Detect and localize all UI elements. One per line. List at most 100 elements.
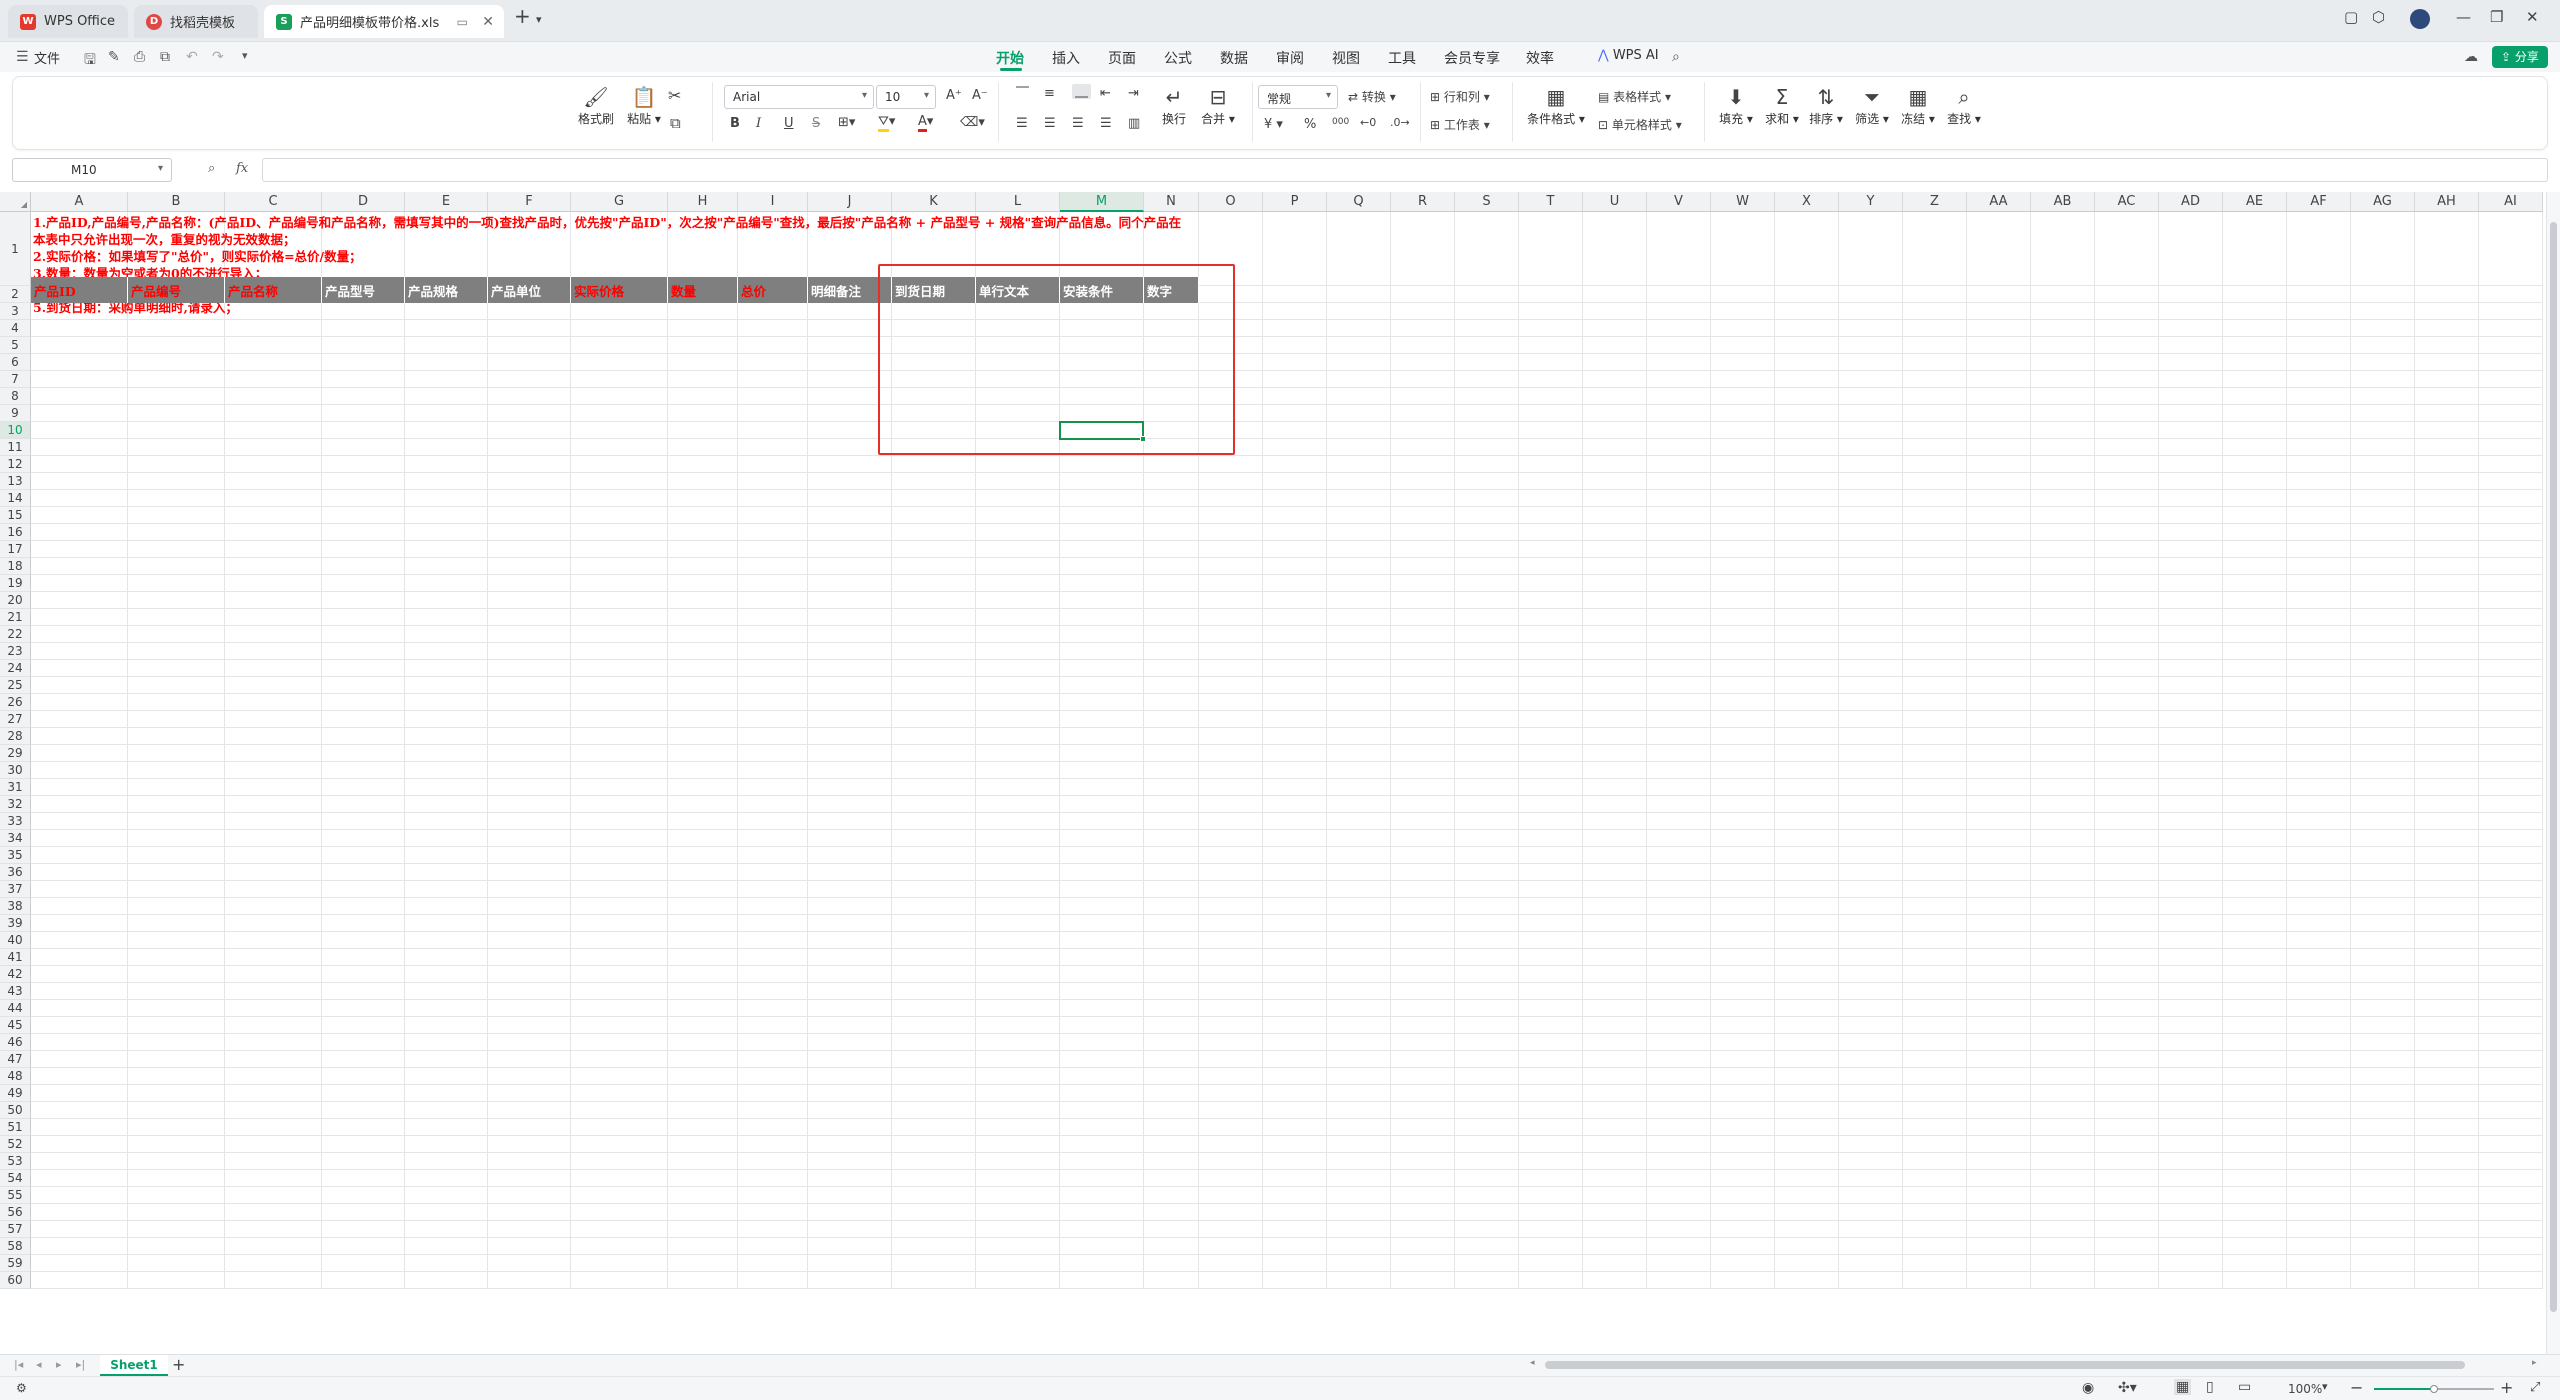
spreadsheet-grid[interactable]: ◢ A B C D E F G H I J K L M N O P Q R S T U V W X Y Z AA AB AC AD AE AF…	[0, 192, 2546, 1354]
row-header-36[interactable]: 36	[0, 864, 31, 881]
row-header-25[interactable]: 25	[0, 677, 31, 694]
cut-icon[interactable]: ✂	[668, 86, 681, 105]
scroll-left-icon[interactable]: ◂	[1530, 1358, 1535, 1368]
menu-data[interactable]: 数据	[1220, 48, 1248, 68]
row-header-26[interactable]: 26	[0, 694, 31, 711]
row-header-23[interactable]: 23	[0, 643, 31, 660]
row-header-47[interactable]: 47	[0, 1051, 31, 1068]
column-header-t[interactable]: T	[1519, 192, 1583, 212]
column-header-f[interactable]: F	[488, 192, 571, 212]
bold-button[interactable]: B	[730, 116, 740, 131]
row-header-56[interactable]: 56	[0, 1204, 31, 1221]
row-header-55[interactable]: 55	[0, 1187, 31, 1204]
row-header-1[interactable]: 1	[0, 212, 31, 286]
column-header-x[interactable]: X	[1775, 192, 1839, 212]
horizontal-scroll-thumb[interactable]	[1545, 1361, 2465, 1369]
underline-button[interactable]: U	[784, 116, 794, 131]
print-preview-icon[interactable]: ⧉	[160, 49, 170, 65]
zoom-slider-handle[interactable]	[2430, 1385, 2438, 1393]
copy-icon[interactable]: ⧉	[670, 114, 681, 132]
row-header-6[interactable]: 6	[0, 354, 31, 371]
row-header-52[interactable]: 52	[0, 1136, 31, 1153]
column-header-ah[interactable]: AH	[2415, 192, 2479, 212]
print-icon[interactable]: ⎙	[134, 49, 145, 65]
column-header-ae[interactable]: AE	[2223, 192, 2287, 212]
new-tab-icon[interactable]: +	[514, 4, 531, 28]
format-painter-button[interactable]: 🖌 格式刷	[574, 84, 618, 127]
row-header-8[interactable]: 8	[0, 388, 31, 405]
column-header-b[interactable]: B	[128, 192, 225, 212]
sum-button[interactable]: Σ 求和 ▾	[1762, 84, 1802, 127]
menu-review[interactable]: 审阅	[1276, 48, 1304, 68]
first-sheet-icon[interactable]: |◂	[14, 1358, 23, 1371]
row-header-50[interactable]: 50	[0, 1102, 31, 1119]
hamburger-icon[interactable]: ☰	[16, 49, 29, 65]
row-header-4[interactable]: 4	[0, 320, 31, 337]
zoom-in-icon[interactable]: +	[2500, 1378, 2513, 1397]
align-center-icon[interactable]: ☰	[1044, 116, 1056, 131]
page-layout-icon[interactable]: ▯	[2206, 1379, 2214, 1395]
chevron-down-icon[interactable]: ▾	[2322, 1380, 2328, 1393]
avatar[interactable]	[2410, 9, 2430, 29]
page-break-icon[interactable]: ▭	[2238, 1379, 2251, 1395]
column-header-e[interactable]: E	[405, 192, 488, 212]
header-cell[interactable]: 总价	[738, 277, 808, 303]
indent-increase-icon[interactable]: ⇥	[1128, 86, 1139, 101]
font-name-select[interactable]: Arial ▾	[724, 85, 874, 109]
name-box[interactable]: M10 ▾	[12, 158, 172, 182]
row-header-3[interactable]: 3	[0, 303, 31, 320]
font-grow-icon[interactable]: A⁺	[946, 88, 962, 103]
eye-protect-icon[interactable]: ◉	[2082, 1380, 2094, 1396]
column-header-o[interactable]: O	[1199, 192, 1263, 212]
filter-button[interactable]: ⏷ 筛选 ▾	[1852, 84, 1892, 127]
row-header-17[interactable]: 17	[0, 541, 31, 558]
thousands-button[interactable]: 000	[1332, 117, 1349, 127]
menu-efficiency[interactable]: 效率	[1526, 48, 1554, 68]
row-header-40[interactable]: 40	[0, 932, 31, 949]
row-header-9[interactable]: 9	[0, 405, 31, 422]
macro-icon[interactable]: ⚙	[16, 1381, 27, 1395]
column-header-a[interactable]: A	[31, 192, 128, 212]
row-header-7[interactable]: 7	[0, 371, 31, 388]
row-header-10[interactable]: 10	[0, 422, 31, 439]
wps-ai-button[interactable]: ⋀ WPS AI	[1598, 48, 1659, 63]
column-header-ai[interactable]: AI	[2479, 192, 2543, 212]
select-all-corner[interactable]: ◢	[0, 192, 31, 212]
wrap-text-button[interactable]: ↵ 换行	[1156, 84, 1192, 127]
row-header-60[interactable]: 60	[0, 1272, 31, 1289]
restore-icon[interactable]: ❐	[2490, 8, 2503, 26]
number-format-select[interactable]: 常规 ▾	[1258, 85, 1338, 109]
active-cell[interactable]	[1059, 421, 1146, 442]
column-header-aa[interactable]: AA	[1967, 192, 2031, 212]
distributed-icon[interactable]: ▥	[1128, 116, 1140, 131]
close-tab-icon[interactable]: ✕	[482, 14, 494, 30]
row-header-48[interactable]: 48	[0, 1068, 31, 1085]
column-header-r[interactable]: R	[1391, 192, 1455, 212]
row-header-14[interactable]: 14	[0, 490, 31, 507]
column-header-ab[interactable]: AB	[2031, 192, 2095, 212]
justify-icon[interactable]: ☰	[1100, 116, 1112, 131]
align-top-icon[interactable]: ⎺	[1016, 86, 1029, 101]
convert-button[interactable]: ⇄ 转换 ▾	[1348, 88, 1396, 105]
minimize-icon[interactable]: —	[2456, 8, 2471, 26]
row-header-15[interactable]: 15	[0, 507, 31, 524]
row-header-37[interactable]: 37	[0, 881, 31, 898]
cube-icon[interactable]: ⬡	[2372, 8, 2385, 26]
row-header-49[interactable]: 49	[0, 1085, 31, 1102]
paste-button[interactable]: 📋 粘贴 ▾	[622, 84, 666, 127]
menu-member[interactable]: 会员专享	[1444, 48, 1500, 68]
normal-view-icon[interactable]: ▦	[2174, 1379, 2192, 1395]
menu-page[interactable]: 页面	[1108, 48, 1136, 68]
tab-wps-office[interactable]: W WPS Office	[8, 5, 128, 38]
decrease-decimal-icon[interactable]: .0→	[1390, 116, 1410, 129]
header-cell[interactable]: 产品ID	[31, 277, 128, 303]
row-header-51[interactable]: 51	[0, 1119, 31, 1136]
header-cell[interactable]: 实际价格	[571, 277, 668, 303]
menu-view[interactable]: 视图	[1332, 48, 1360, 68]
menu-tools[interactable]: 工具	[1388, 48, 1416, 68]
row-header-19[interactable]: 19	[0, 575, 31, 592]
vertical-scrollbar[interactable]	[2546, 192, 2560, 1354]
menu-formula[interactable]: 公式	[1164, 48, 1192, 68]
row-header-45[interactable]: 45	[0, 1017, 31, 1034]
column-header-af[interactable]: AF	[2287, 192, 2351, 212]
